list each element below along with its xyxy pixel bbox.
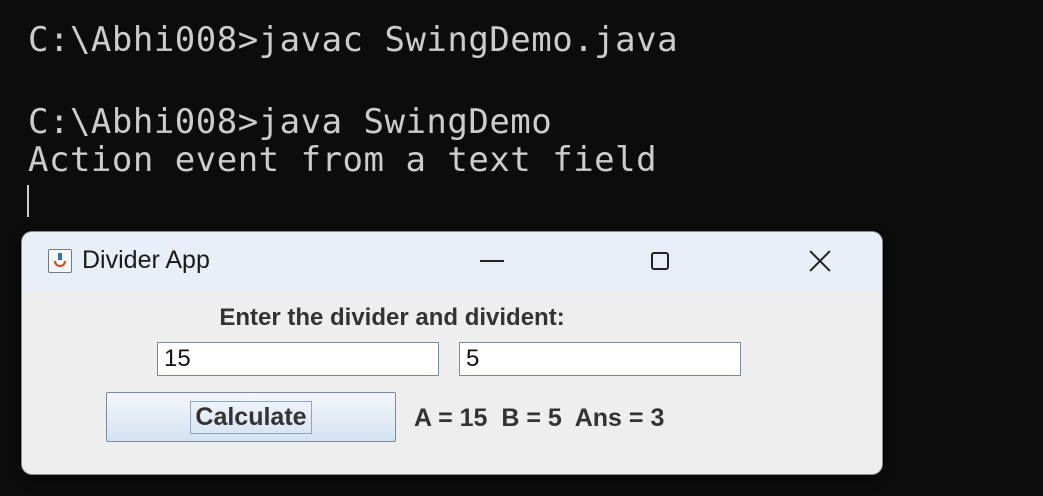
calculate-button-label: Calculate [190,400,312,434]
divider-input[interactable]: 15 [157,342,439,376]
java-cup-icon [48,249,72,273]
divident-input[interactable]: 5 [459,342,741,376]
calculate-button[interactable]: Calculate [106,392,396,442]
text-cursor [27,185,29,217]
window-title: Divider App [82,246,210,274]
prompt-label: Enter the divider and divident: [219,304,565,331]
divider-app-window: Divider App Enter the divider and divide… [22,232,882,474]
console-line-2: C:\Abhi008>java SwingDemo [28,102,553,142]
minimize-button[interactable] [452,232,532,290]
minimize-icon [480,260,504,262]
close-button[interactable] [780,232,860,290]
maximize-icon [651,252,669,270]
maximize-button[interactable] [620,232,700,290]
close-icon [809,250,831,272]
console-line-1: C:\Abhi008>javac SwingDemo.java [28,20,679,60]
result-label: A = 15 B = 5 Ans = 3 [414,404,665,432]
console-line-3: Action event from a text field [28,140,658,180]
title-bar[interactable]: Divider App [22,232,882,290]
